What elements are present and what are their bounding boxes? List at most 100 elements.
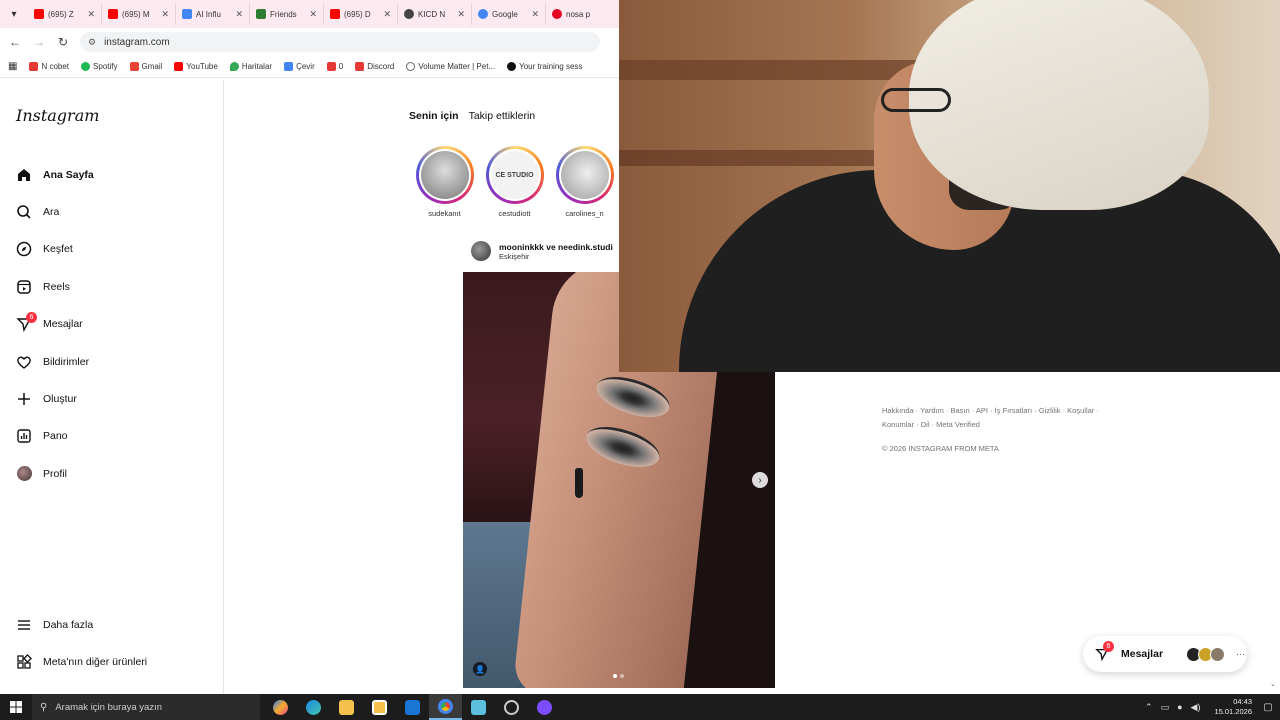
bookmark-favicon-icon — [29, 62, 39, 71]
store-icon[interactable] — [363, 694, 396, 720]
url-field[interactable]: ⚙ instagram.com — [80, 32, 600, 52]
bookmark[interactable]: YouTube — [174, 62, 218, 71]
instagram-sidebar: Instagram Ana Sayfa Ara Keşfet Reels 6 M… — [0, 80, 224, 694]
volume-icon[interactable]: ◀) — [1191, 702, 1201, 713]
sidebar-item-meta-products[interactable]: Meta'nın diğer ürünleri — [16, 643, 216, 680]
browser-tab[interactable]: AI Influ ✕ — [176, 3, 250, 25]
close-icon[interactable]: ✕ — [161, 9, 169, 20]
bookmark[interactable]: Discord — [355, 62, 394, 71]
overlay-beanie — [909, 0, 1209, 210]
overlay-video-frame[interactable] — [619, 0, 1280, 372]
sidebar-item-explore[interactable]: Keşfet — [16, 231, 216, 268]
bookmark[interactable]: Çevir — [284, 62, 315, 71]
sidebar-item-profile[interactable]: Profil — [16, 455, 216, 492]
browser-tab-bar: ▾ (695) Z ✕ (695) M ✕ AI Influ ✕ Friends ✕ (… — [0, 0, 620, 28]
bookmark[interactable]: Spotify — [81, 62, 118, 71]
browser-tab[interactable]: Google ✕ — [472, 3, 546, 25]
network-icon[interactable]: ▭ — [1161, 702, 1170, 713]
sidebar-item-notifications[interactable]: Bildirimler — [16, 343, 216, 380]
post-author[interactable]: mooninkkk ve needink.studi — [499, 242, 613, 252]
site-info-icon[interactable]: ⚙ — [88, 37, 96, 48]
app-icon[interactable] — [528, 694, 561, 720]
story-ring — [415, 146, 474, 204]
clock[interactable]: 04:43 15.01.2026 — [1214, 697, 1252, 717]
close-icon[interactable]: ✕ — [457, 9, 465, 20]
compass-icon — [16, 241, 32, 257]
copilot-icon[interactable] — [264, 694, 297, 720]
back-icon[interactable]: ← — [8, 35, 22, 49]
footer-links[interactable]: Hakkında · Yardım · Basın · API · İş Fır… — [882, 404, 1102, 432]
youtube-favicon-icon — [34, 9, 44, 19]
sidebar-nav: Ana Sayfa Ara Keşfet Reels 6 Mesajlar Bi… — [16, 156, 216, 493]
reload-icon[interactable]: ↻ — [56, 35, 70, 49]
story-item[interactable]: sudekanıt — [415, 146, 474, 218]
close-icon[interactable]: ✕ — [383, 9, 391, 20]
chrome-icon[interactable] — [429, 694, 462, 720]
sidebar-item-dashboard[interactable]: Pano — [16, 418, 216, 455]
browser-tab[interactable]: nosa p — [546, 3, 620, 25]
sidebar-item-search[interactable]: Ara — [16, 193, 216, 230]
bookmark-label: Gmail — [141, 62, 163, 71]
bookmark[interactable]: 0 — [326, 62, 343, 71]
carousel-dots — [613, 674, 624, 678]
avatar[interactable] — [471, 241, 491, 261]
dashboard-icon — [16, 428, 32, 444]
tab-title: Friends — [270, 9, 297, 19]
taskbar-search[interactable]: ⚲ Aramak için buraya yazın — [32, 694, 260, 720]
sidebar-item-more[interactable]: Daha fazla — [16, 606, 216, 643]
story-item[interactable]: carolines_n — [555, 146, 614, 218]
scroll-down-icon[interactable]: ⌄ — [1270, 680, 1276, 688]
youtube-favicon-icon — [330, 9, 340, 19]
next-image-button[interactable]: › — [752, 472, 768, 488]
close-icon[interactable]: ✕ — [87, 9, 95, 20]
sidebar-item-home[interactable]: Ana Sayfa — [16, 156, 216, 193]
search-icon — [16, 204, 32, 220]
browser-tab[interactable]: KICD N ✕ — [398, 3, 472, 25]
windows-start-icon[interactable] — [0, 694, 32, 720]
story-avatar: CE STUDIO — [490, 151, 539, 199]
tab-search-icon[interactable]: ▾ — [0, 0, 28, 28]
story-item[interactable]: CE STUDIO cestudiott — [485, 146, 544, 218]
sidebar-item-messages[interactable]: 6 Mesajlar — [16, 306, 216, 343]
messages-pill[interactable]: 6 Mesajlar ··· — [1083, 636, 1247, 672]
close-icon[interactable]: ✕ — [235, 9, 243, 20]
tab-for-you[interactable]: Senin için — [409, 110, 459, 122]
sidebar-item-label: Pano — [43, 430, 68, 443]
tray-chevron-icon[interactable]: ⌃ — [1145, 702, 1153, 713]
gemini-favicon-icon — [478, 9, 488, 19]
browser-tab[interactable]: (695) M ✕ — [102, 3, 176, 25]
system-tray: ⌃ ▭ ● ◀) 04:43 15.01.2026 — [1145, 694, 1252, 720]
mail-icon[interactable] — [396, 694, 429, 720]
app-icon[interactable] — [462, 694, 495, 720]
sidebar-item-reels[interactable]: Reels — [16, 268, 216, 305]
browser-tab[interactable]: Friends ✕ — [250, 3, 324, 25]
sidebar-item-create[interactable]: Oluştur — [16, 380, 216, 417]
browser-tab[interactable]: (695) D ✕ — [324, 3, 398, 25]
close-icon[interactable]: ✕ — [531, 9, 539, 20]
tab-title: (695) D — [344, 9, 371, 19]
bookmark[interactable]: Gmail — [129, 62, 163, 71]
chatgpt-icon[interactable] — [495, 694, 528, 720]
story-ring-inner — [558, 149, 611, 201]
bookmark[interactable]: Volume Matter | Pet... — [406, 62, 495, 71]
generic-app-glyph — [471, 699, 486, 715]
notification-center-icon[interactable]: ▢ — [1256, 694, 1280, 720]
browser-tab[interactable]: (695) Z ✕ — [28, 3, 102, 25]
url-text: instagram.com — [104, 36, 170, 48]
bookmark[interactable]: Your training sess — [507, 62, 582, 71]
bookmark[interactable]: N cobet — [29, 62, 69, 71]
user-tag-icon[interactable]: 👤 — [473, 662, 487, 676]
close-icon[interactable]: ✕ — [309, 9, 317, 20]
edge-icon[interactable] — [297, 694, 330, 720]
microphone-icon[interactable]: ● — [1177, 702, 1182, 712]
tab-following[interactable]: Takip ettiklerin — [469, 110, 536, 122]
bookmark-label: Discord — [367, 62, 395, 71]
file-explorer-icon[interactable] — [330, 694, 363, 720]
post-location[interactable]: Eskişehir — [499, 252, 613, 261]
instagram-logo[interactable]: Instagram — [16, 106, 99, 125]
apps-grid-icon[interactable]: ▦ — [8, 61, 17, 72]
profile-icon-wrap — [16, 466, 32, 482]
forward-icon[interactable]: → — [32, 35, 46, 49]
bookmark[interactable]: Haritalar — [229, 62, 272, 71]
carousel-dot — [620, 674, 624, 678]
